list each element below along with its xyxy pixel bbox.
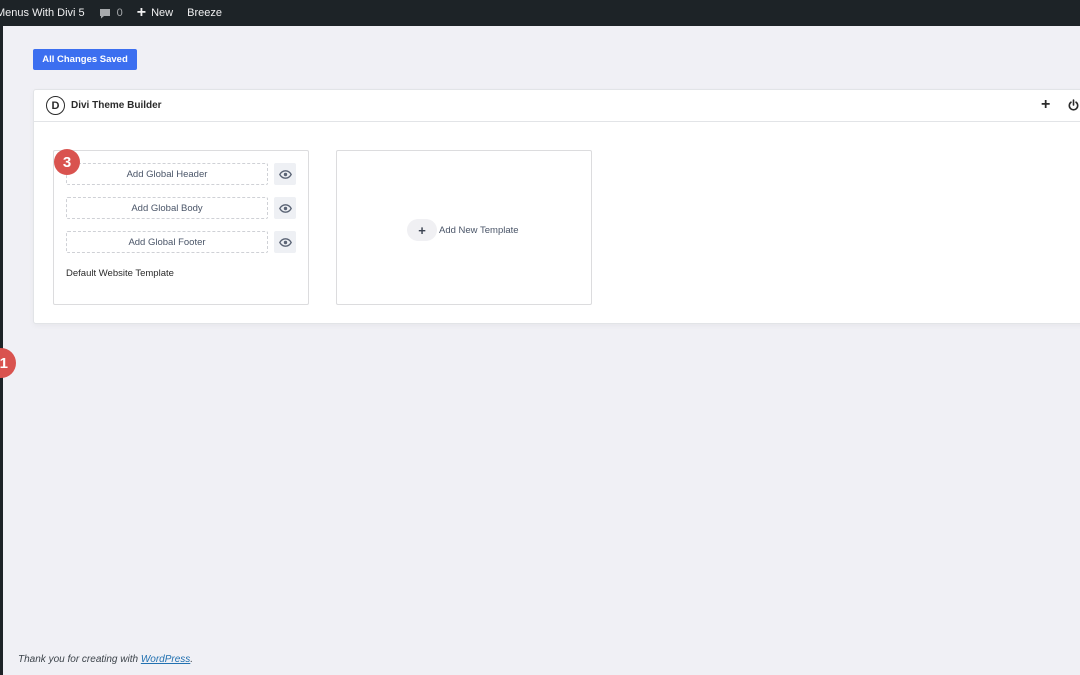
wordpress-link[interactable]: WordPress: [141, 654, 190, 665]
divi-logo-icon: D: [46, 96, 65, 115]
add-new-template-label: Add New Template: [439, 224, 519, 236]
panel-header: D Divi Theme Builder +: [34, 90, 1080, 122]
new-label: New: [151, 7, 174, 19]
eye-icon[interactable]: [274, 231, 296, 253]
add-global-body-button[interactable]: Add Global Body: [66, 197, 268, 219]
comments-link[interactable]: 0: [99, 0, 123, 26]
default-website-template-card: Add Global Header 3 Add Global Body Add …: [53, 149, 309, 305]
footer-prefix: Thank you for creating with: [18, 654, 141, 665]
step-badge-1: 1: [0, 348, 16, 378]
new-content-link[interactable]: + New: [137, 0, 173, 26]
comment-icon: [99, 8, 110, 18]
add-global-header-button[interactable]: Add Global Header: [66, 163, 268, 185]
power-icon[interactable]: [1067, 99, 1080, 117]
eye-icon[interactable]: [274, 163, 296, 185]
add-global-footer-button[interactable]: Add Global Footer: [66, 231, 268, 253]
admin-footer-text: Thank you for creating with WordPress.: [18, 654, 193, 665]
add-new-template-card[interactable]: + Add New Template: [336, 150, 592, 305]
eye-icon[interactable]: [274, 197, 296, 219]
add-template-plus-icon[interactable]: +: [1041, 97, 1050, 113]
plus-icon: +: [407, 219, 437, 241]
all-changes-saved-button[interactable]: All Changes Saved: [33, 49, 137, 70]
footer-suffix: .: [190, 654, 194, 665]
template-name: Default Website Template: [66, 268, 174, 279]
site-name-link[interactable]: Menus With Divi 5: [0, 0, 85, 26]
comments-count: 0: [116, 7, 123, 19]
breeze-link[interactable]: Breeze: [187, 0, 222, 26]
theme-builder-panel: D Divi Theme Builder + Add Global Header…: [33, 89, 1080, 324]
admin-bar: Menus With Divi 5 0 + New Breeze: [0, 0, 1080, 26]
plus-icon: +: [136, 4, 147, 21]
step-badge-3: 3: [54, 149, 80, 175]
panel-title: Divi Theme Builder: [71, 100, 162, 111]
add-new-template-button[interactable]: + Add New Template: [407, 219, 519, 241]
